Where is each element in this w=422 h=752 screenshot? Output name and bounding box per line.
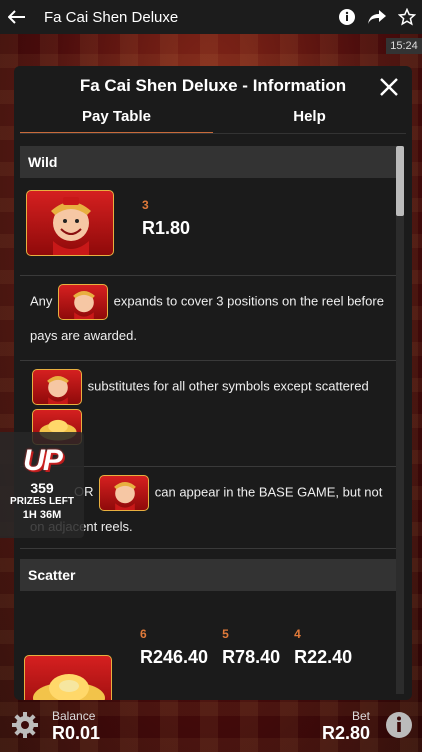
wild-pay-entry: 3 R1.80 bbox=[142, 198, 190, 239]
prizes-label: PRIZES LEFT bbox=[10, 496, 74, 507]
information-modal: Fa Cai Shen Deluxe - Information Pay Tab… bbox=[14, 66, 412, 700]
app-bar: Fa Cai Shen Deluxe bbox=[0, 0, 422, 34]
tab-help[interactable]: Help bbox=[213, 104, 406, 134]
balance-value: R0.01 bbox=[52, 723, 101, 743]
scatter-pay-values: 6 R246.40 5 R78.40 4 R22.40 bbox=[140, 627, 366, 668]
tab-divider bbox=[20, 133, 406, 134]
scatter-pay-entry: 6 R246.40 bbox=[140, 627, 208, 668]
scrollbar[interactable] bbox=[396, 146, 404, 694]
prizes-promo-badge[interactable]: UP 359 PRIZES LEFT 1H 36M bbox=[0, 432, 84, 538]
bet-label: Bet bbox=[351, 709, 370, 723]
up-logo: UP bbox=[23, 444, 63, 477]
wild-pay-row: 3 R1.80 bbox=[20, 178, 396, 276]
wild-text2-after: substitutes for all other symbols except… bbox=[87, 378, 369, 394]
section-header-scatter: Scatter bbox=[20, 559, 396, 591]
section-header-wild: Wild bbox=[20, 146, 396, 178]
back-arrow-icon[interactable] bbox=[0, 0, 34, 34]
prizes-time: 1H 36M bbox=[22, 509, 62, 521]
app-title: Fa Cai Shen Deluxe bbox=[44, 8, 179, 26]
tab-bar: Pay Table Help bbox=[20, 104, 406, 134]
pay-value: R22.40 bbox=[294, 647, 353, 667]
scatter-pay-entry: 5 R78.40 bbox=[222, 627, 280, 668]
tab-pay-table[interactable]: Pay Table bbox=[20, 104, 213, 134]
scrollbar-thumb[interactable] bbox=[396, 146, 404, 216]
wild-text1-before: Any bbox=[30, 293, 53, 309]
share-icon[interactable] bbox=[362, 0, 392, 34]
scatter-symbol-icon bbox=[24, 655, 112, 700]
pay-value: R1.80 bbox=[142, 218, 191, 238]
star-icon[interactable] bbox=[392, 0, 422, 34]
scatter-pay-row: 6 R246.40 5 R78.40 4 R22.40 bbox=[20, 591, 396, 700]
bottom-bar: Balance R0.01 Bet R2.80 bbox=[0, 700, 422, 752]
wild-description-1: Any expands to cover 3 positions on the … bbox=[20, 276, 396, 361]
pay-count: 6 bbox=[140, 627, 147, 641]
info-circle-icon[interactable] bbox=[332, 0, 362, 34]
prizes-count: 359 bbox=[30, 480, 54, 496]
pay-count: 5 bbox=[222, 627, 229, 641]
info-icon[interactable] bbox=[384, 710, 414, 740]
modal-title: Fa Cai Shen Deluxe - Information bbox=[79, 76, 347, 95]
wild-inline-symbol-icon bbox=[32, 369, 82, 405]
pay-value: R78.40 bbox=[222, 647, 281, 667]
wild-inline-symbol-icon bbox=[99, 475, 150, 511]
pay-table-content[interactable]: Wild 3 R1.80 Any expands to cover 3 posi… bbox=[20, 146, 396, 700]
clock: 15:24 bbox=[386, 38, 422, 54]
pay-value: R246.40 bbox=[140, 647, 209, 667]
wild-inline-symbol-icon bbox=[58, 284, 109, 320]
close-icon[interactable] bbox=[378, 76, 400, 98]
wild-symbol-icon bbox=[26, 190, 114, 256]
balance-label: Balance bbox=[52, 709, 96, 723]
pay-count: 4 bbox=[294, 627, 301, 641]
scatter-pay-entry: 4 R22.40 bbox=[294, 627, 352, 668]
pay-count: 3 bbox=[142, 198, 149, 212]
bet-value[interactable]: R2.80 bbox=[322, 723, 370, 744]
gear-icon[interactable] bbox=[10, 710, 40, 740]
